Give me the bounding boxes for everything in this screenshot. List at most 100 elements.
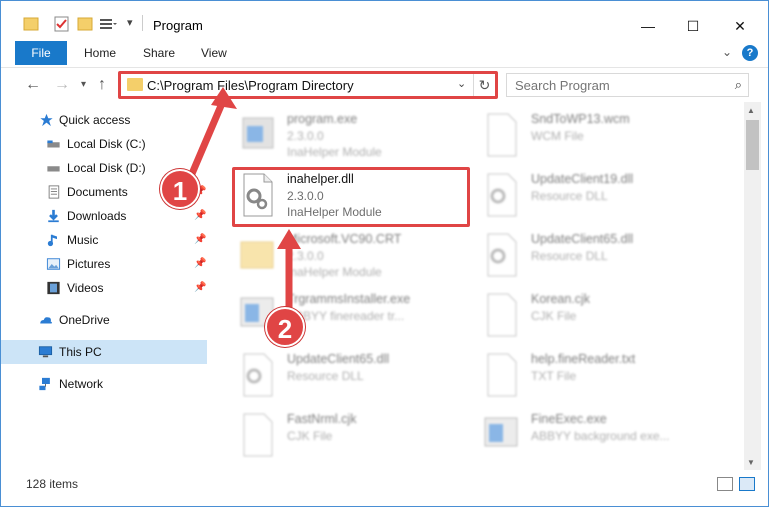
- tab-share[interactable]: Share: [143, 41, 175, 65]
- list-item[interactable]: Microsoft.VC90.CRT 2.3.0.0 InaHelper Mod…: [237, 230, 487, 286]
- folder-icon: [23, 17, 39, 31]
- file-icon: [487, 293, 517, 337]
- sidebar-item-label: Pictures: [67, 257, 111, 271]
- file-name: Microsoft.VC90.CRT: [287, 232, 402, 246]
- refresh-icon[interactable]: ↻: [473, 74, 495, 96]
- customize-toolbar-icon[interactable]: [99, 15, 117, 33]
- sidebar-item-quick-access[interactable]: Quick access: [1, 108, 207, 132]
- up-arrow-icon[interactable]: ↑: [98, 76, 106, 94]
- scroll-up-icon[interactable]: ▲: [747, 106, 755, 115]
- pictures-icon: [46, 258, 61, 270]
- sidebar-item-label: Music: [67, 233, 99, 247]
- file-version: 2.3.0.0: [287, 249, 324, 263]
- search-icon[interactable]: ⌕: [735, 77, 742, 93]
- list-item[interactable]: UpdateClient65.dll Resource DLL: [237, 350, 487, 406]
- drive-icon: [47, 140, 60, 148]
- search-input[interactable]: [507, 74, 722, 96]
- list-item[interactable]: SndToWP13.wcm WCM File: [481, 110, 731, 166]
- search-box[interactable]: ⌕: [506, 73, 749, 97]
- recent-locations-icon[interactable]: ▾: [81, 79, 86, 90]
- file-type: CJK File: [531, 309, 577, 323]
- file-type: InaHelper Module: [287, 265, 382, 279]
- file-name: UpdateClient65.dll: [287, 352, 390, 366]
- file-name: FastNrml.cjk: [287, 412, 357, 426]
- file-name: UpdateClient19.dll: [531, 172, 634, 186]
- list-item[interactable]: FineExec.exe ABBYY background exe...: [481, 410, 731, 466]
- sidebar-item-label: Local Disk (D:): [67, 161, 146, 175]
- dll-gear-icon: [487, 233, 517, 277]
- sidebar-item-pictures[interactable]: Pictures 📌: [1, 252, 207, 276]
- videos-icon: [47, 281, 60, 295]
- sidebar-item-videos[interactable]: Videos 📌: [1, 276, 207, 300]
- documents-icon: [48, 185, 60, 199]
- list-item[interactable]: help.fineReader.txt TXT File: [481, 350, 731, 406]
- file-name: SndToWP13.wcm: [531, 112, 630, 126]
- onedrive-icon: [40, 317, 52, 324]
- sidebar-item-music[interactable]: Music 📌: [1, 228, 207, 252]
- minimize-button[interactable]: —: [625, 13, 671, 39]
- file-name: TrgrammsInstaller.exe: [287, 292, 411, 306]
- pin-icon[interactable]: 📌: [194, 234, 206, 245]
- address-path[interactable]: C:\Program Files\Program Directory: [147, 78, 354, 93]
- large-icons-view-icon[interactable]: [739, 477, 755, 491]
- drive-icon: [47, 166, 60, 172]
- sidebar-item-onedrive[interactable]: OneDrive: [1, 308, 207, 332]
- pc-icon: [38, 346, 53, 358]
- file-name: FineExec.exe: [531, 412, 607, 426]
- list-item[interactable]: UpdateClient65.dll Resource DLL: [481, 230, 731, 286]
- file-version: 2.3.0.0: [287, 129, 324, 143]
- details-view-icon[interactable]: [717, 477, 733, 491]
- file-type: ABBYY finereader tr...: [287, 309, 405, 323]
- list-item[interactable]: UpdateClient19.dll Resource DLL: [481, 170, 731, 226]
- list-item[interactable]: program.exe 2.3.0.0 InaHelper Module: [237, 110, 487, 166]
- step-2-badge: 2: [265, 307, 305, 347]
- expand-ribbon-icon[interactable]: ⌄: [722, 45, 732, 59]
- file-type: InaHelper Module: [287, 145, 382, 159]
- pin-icon[interactable]: 📌: [194, 258, 206, 269]
- tab-file[interactable]: File: [15, 41, 67, 65]
- qa-dropdown-icon[interactable]: ▾: [127, 16, 133, 29]
- scrollbar-thumb[interactable]: [746, 120, 759, 170]
- scroll-down-icon[interactable]: ▼: [747, 458, 755, 467]
- file-type: WCM File: [531, 129, 584, 143]
- installer-icon: [484, 417, 518, 447]
- forward-arrow-icon[interactable]: →: [54, 76, 70, 94]
- file-list: program.exe 2.3.0.0 InaHelper Module ina…: [211, 102, 743, 470]
- step-1-badge: 1: [160, 169, 200, 209]
- file-icon: [243, 413, 273, 457]
- sidebar-item-label: Documents: [67, 185, 128, 199]
- file-icon: [487, 113, 517, 157]
- window-title: Program: [153, 18, 203, 33]
- address-dropdown-icon[interactable]: ⌄: [457, 77, 466, 90]
- tab-view[interactable]: View: [201, 41, 227, 65]
- list-item[interactable]: Korean.cjk CJK File: [481, 290, 731, 346]
- dll-gear-icon: [487, 173, 517, 217]
- sidebar-item-local-disk-c[interactable]: Local Disk (C:): [1, 132, 207, 156]
- title-divider: [142, 15, 143, 31]
- back-arrow-icon[interactable]: ←: [25, 76, 41, 94]
- sidebar-item-network[interactable]: Network: [1, 372, 207, 396]
- properties-icon[interactable]: [53, 15, 71, 33]
- dll-gear-icon: [243, 353, 273, 397]
- pin-icon[interactable]: 📌: [194, 282, 206, 293]
- sidebar-item-this-pc[interactable]: This PC: [1, 340, 207, 364]
- music-icon: [47, 234, 57, 247]
- vertical-scrollbar[interactable]: ▲ ▼: [744, 102, 761, 470]
- file-type: CJK File: [287, 429, 333, 443]
- exe-icon: [242, 117, 274, 149]
- new-folder-icon[interactable]: [77, 15, 95, 33]
- sidebar-item-label: Network: [59, 377, 104, 391]
- help-icon[interactable]: ?: [742, 45, 758, 61]
- file-highlight-box: [232, 167, 470, 227]
- maximize-button[interactable]: ☐: [670, 13, 716, 39]
- pin-icon[interactable]: 📌: [194, 210, 206, 221]
- star-icon: [40, 113, 53, 127]
- network-icon: [39, 377, 50, 391]
- close-button[interactable]: ✕: [717, 13, 763, 39]
- file-type: TXT File: [531, 369, 577, 383]
- sidebar-item-label: Videos: [67, 281, 104, 295]
- address-bar[interactable]: C:\Program Files\Program Directory ⌄ ↻: [120, 73, 496, 97]
- tab-home[interactable]: Home: [84, 41, 116, 65]
- item-count: 128 items: [26, 477, 79, 491]
- list-item[interactable]: FastNrml.cjk CJK File: [237, 410, 487, 466]
